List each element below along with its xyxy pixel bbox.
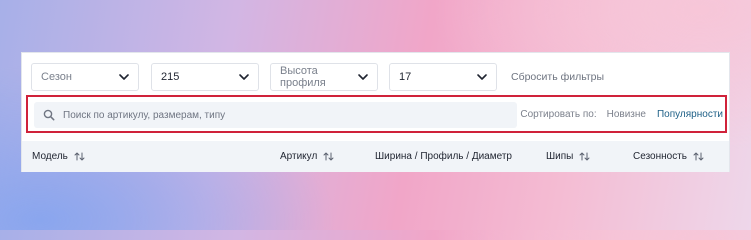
search-input[interactable]: Поиск по артикулу, размерам, типу (34, 102, 517, 128)
sort-option-newest[interactable]: Новизне (607, 109, 646, 120)
diameter-select-value: 17 (399, 71, 412, 83)
profile-height-select-value: Высота профиля (280, 65, 326, 89)
column-label: Артикул (280, 151, 318, 162)
profile-height-select[interactable]: Высота профиля (270, 63, 378, 91)
sort-arrows-icon (693, 152, 704, 161)
column-header-studs[interactable]: Шипы (546, 141, 590, 172)
sort-arrows-icon (74, 152, 85, 161)
sort-control: Сортировать по: Новизне Популярности (520, 97, 723, 131)
sort-arrows-icon (579, 152, 590, 161)
column-label: Ширина / Профиль / Диаметр (375, 151, 512, 162)
column-label: Шипы (546, 151, 574, 162)
chevron-down-icon (477, 74, 487, 80)
search-sort-row: Поиск по артикулу, размерам, типу Сортир… (26, 95, 727, 133)
tire-catalog-panel: Сезон 215 Высота профиля 17 Сбросить фил… (21, 52, 730, 172)
chevron-down-icon (358, 74, 368, 80)
filter-bar: Сезон 215 Высота профиля 17 Сбросить фил… (31, 63, 721, 91)
width-select-value: 215 (161, 71, 180, 83)
column-label: Сезонность (633, 151, 687, 162)
reset-filters-link[interactable]: Сбросить фильтры (511, 63, 604, 91)
season-select-value: Сезон (41, 71, 72, 83)
sort-label: Сортировать по: (520, 108, 597, 120)
column-header-model[interactable]: Модель (32, 141, 85, 172)
chevron-down-icon (119, 74, 129, 80)
search-placeholder: Поиск по артикулу, размерам, типу (63, 109, 226, 121)
column-header-season[interactable]: Сезонность (633, 141, 704, 172)
column-header-size: Ширина / Профиль / Диаметр (375, 141, 512, 172)
chevron-down-icon (239, 74, 249, 80)
sort-arrows-icon (323, 152, 334, 161)
sort-option-popularity[interactable]: Популярности (657, 109, 723, 120)
table-header: Модель Артикул Ширина / Профиль / Диамет… (22, 141, 729, 172)
search-icon (43, 109, 55, 121)
diameter-select[interactable]: 17 (389, 63, 497, 91)
width-select[interactable]: 215 (151, 63, 259, 91)
column-header-article[interactable]: Артикул (280, 141, 334, 172)
column-label: Модель (32, 151, 68, 162)
season-select[interactable]: Сезон (31, 63, 139, 91)
